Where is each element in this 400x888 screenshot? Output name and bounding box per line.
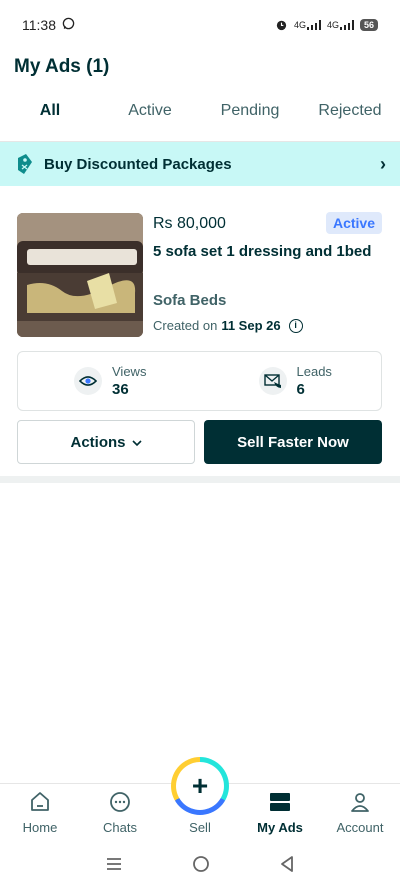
nav-account-label: Account: [336, 820, 384, 835]
ad-title[interactable]: 5 sofa set 1 dressing and 1bed: [153, 243, 371, 260]
plus-icon: +: [176, 762, 224, 810]
tab-pending[interactable]: Pending: [200, 90, 300, 141]
signal-icon-2: 4G: [327, 20, 354, 30]
nav-home[interactable]: Home: [0, 784, 80, 841]
ad-image[interactable]: [17, 213, 143, 337]
info-icon[interactable]: i: [288, 318, 303, 333]
ad-stats: Views 36 Leads 6: [17, 351, 382, 411]
back-icon[interactable]: [279, 855, 295, 878]
discount-packages-banner[interactable]: Buy Discounted Packages ›: [0, 142, 400, 186]
status-badge: Active: [326, 212, 382, 234]
created-date: 11 Sep 26: [221, 318, 281, 333]
home-icon: [28, 790, 52, 814]
ad-price: Rs 80,000: [153, 215, 226, 232]
nav-my-ads-label: My Ads: [257, 820, 303, 835]
sell-fab-button[interactable]: +: [171, 757, 229, 815]
nav-home-label: Home: [22, 820, 58, 835]
status-right: 4G 4G 56: [275, 18, 378, 33]
ad-created: Created on 11 Sep 26 i: [153, 318, 303, 333]
chat-icon: [108, 790, 132, 814]
created-prefix: Created on: [153, 318, 218, 333]
tab-rejected[interactable]: Rejected: [300, 90, 400, 141]
status-left: 11:38: [22, 17, 75, 33]
views-value: 36: [112, 381, 129, 398]
nav-my-ads[interactable]: My Ads: [240, 784, 320, 841]
alarm-icon: [275, 18, 288, 33]
chevron-down-icon: [131, 434, 142, 451]
views-stat: Views 36: [18, 352, 197, 410]
nav-sell-label: Sell: [189, 820, 211, 835]
my-ads-icon: [268, 790, 292, 814]
eye-icon: [74, 367, 102, 395]
tab-active[interactable]: Active: [100, 90, 200, 141]
tab-bar: All Active Pending Rejected: [0, 90, 400, 151]
ad-card[interactable]: Rs 80,000 Active 5 sofa set 1 dressing a…: [0, 198, 400, 476]
ad-category: Sofa Beds: [153, 292, 227, 309]
tag-icon: [14, 152, 36, 176]
account-icon: [348, 790, 372, 814]
tab-all[interactable]: All: [0, 90, 100, 151]
phone-mail-icon: [258, 367, 287, 395]
nav-chats[interactable]: Chats: [80, 784, 160, 841]
network-label-2: 4G: [326, 20, 339, 30]
chevron-right-icon: ›: [380, 153, 386, 174]
network-label-1: 4G: [293, 20, 306, 30]
recents-icon[interactable]: [105, 856, 123, 877]
nav-account[interactable]: Account: [320, 784, 400, 841]
views-label: Views: [112, 364, 147, 379]
actions-label: Actions: [70, 433, 126, 451]
actions-button[interactable]: Actions: [17, 420, 195, 464]
status-bar: 11:38 4G 4G 56: [0, 0, 400, 50]
status-time: 11:38: [22, 17, 56, 33]
battery-indicator: 56: [359, 19, 378, 31]
leads-stat: Leads 6: [197, 352, 382, 410]
system-nav-bar: [0, 845, 400, 888]
nav-chats-label: Chats: [103, 820, 137, 835]
sell-faster-button[interactable]: Sell Faster Now: [204, 420, 382, 464]
leads-label: Leads: [296, 364, 332, 379]
signal-icon-1: 4G: [294, 20, 321, 30]
section-divider: [0, 476, 400, 483]
views-text: Views 36: [112, 364, 146, 398]
page-title: My Ads (1): [14, 56, 110, 77]
banner-label: Buy Discounted Packages: [44, 155, 232, 173]
whatsapp-icon: [62, 17, 75, 33]
leads-value: 6: [296, 381, 305, 398]
home-circle-icon[interactable]: [192, 855, 210, 878]
leads-text: Leads 6: [297, 364, 332, 398]
